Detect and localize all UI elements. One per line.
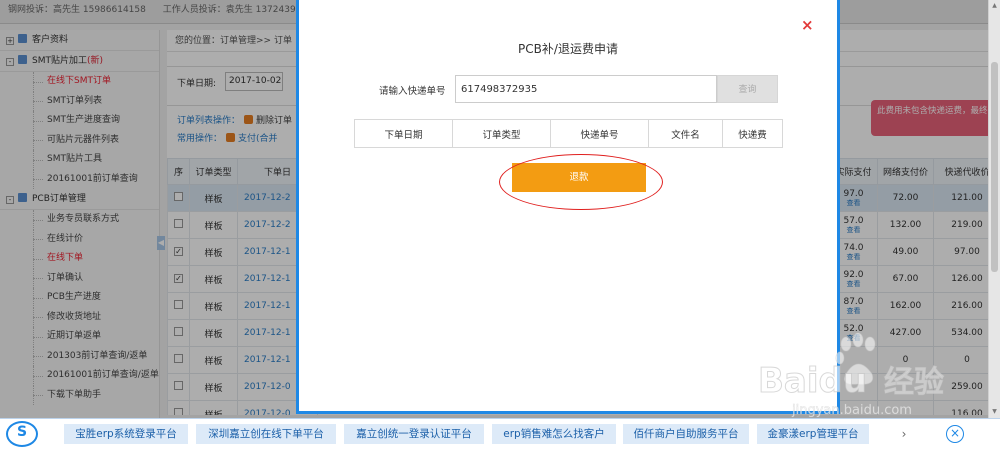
query-button[interactable]: 查询 [717,75,778,103]
col-header-filename: 文件名 [648,119,723,148]
refund-modal: × PCB补/退运费申请 请输入快递单号 查询 下单日期 订单类型 快递单号 文… [296,0,840,414]
col-header-tracking: 快递单号 [550,119,649,148]
vertical-scrollbar[interactable]: ▲ ▼ [988,0,1000,418]
col-header-shipping-fee: 快递费 [722,119,783,148]
footer-link-5[interactable]: 佰仟商户自助服务平台 [623,424,749,444]
footer-link-6[interactable]: 金豪漾erp管理平台 [757,424,869,444]
footer-link-3[interactable]: 嘉立创统一登录认证平台 [344,424,484,444]
highlight-annotation [499,154,663,210]
scrollbar-thumb[interactable] [991,62,998,272]
tracking-number-input[interactable] [455,75,717,103]
footer-link-1[interactable]: 宝胜erp系统登录平台 [64,424,188,444]
close-icon[interactable]: × [946,425,964,443]
shipment-table: 下单日期 订单类型 快递单号 文件名 快递费 [354,119,783,148]
footer-link-4[interactable]: erp销售难怎么找客户 [492,424,616,444]
col-header-order-type: 订单类型 [452,119,551,148]
close-icon[interactable]: × [801,18,814,33]
modal-title: PCB补/退运费申请 [518,42,618,56]
tracking-label: 请输入快递单号 [379,86,446,97]
scroll-down-icon[interactable]: ▼ [990,408,999,415]
col-header-order-date: 下单日期 [354,119,453,148]
footer-link-bar: 宝胜erp系统登录平台 深圳嘉立创在线下单平台 嘉立创统一登录认证平台 erp销… [0,418,1000,449]
scroll-up-icon[interactable]: ▲ [990,2,999,9]
browser-logo-icon[interactable] [6,421,38,447]
footer-link-2[interactable]: 深圳嘉立创在线下单平台 [196,424,336,444]
chevron-right-icon[interactable]: › [896,424,912,444]
